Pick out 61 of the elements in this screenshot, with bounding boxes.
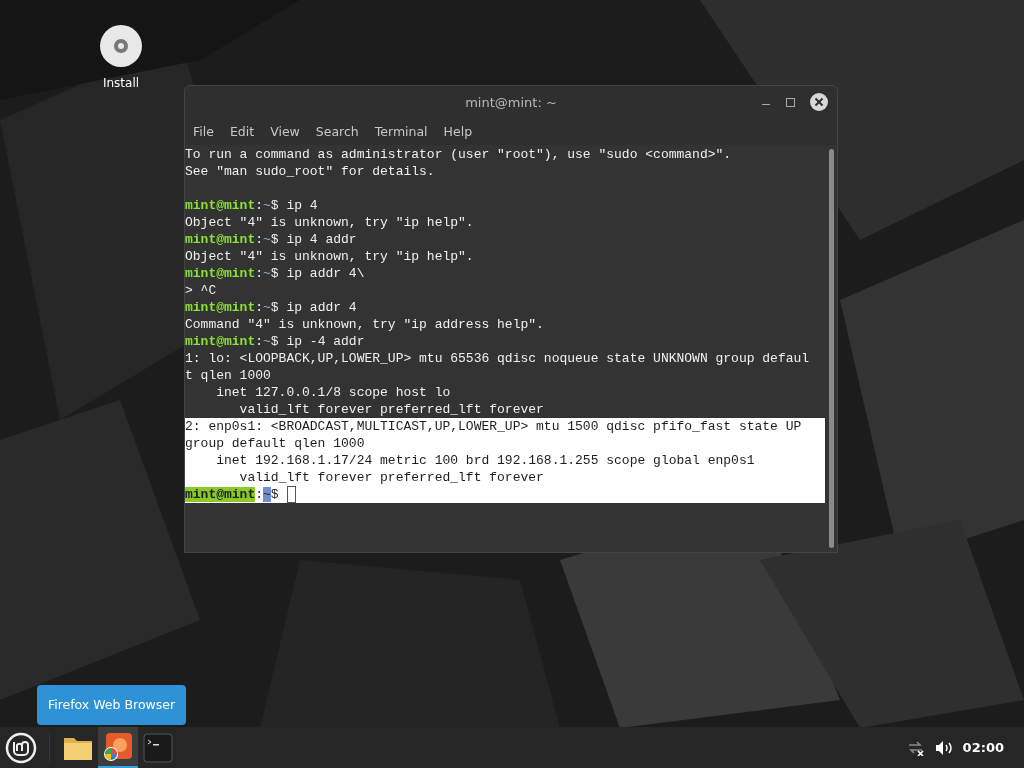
menu-item[interactable]: Terminal [374,122,428,142]
scrollbar[interactable] [828,149,834,548]
tooltip-text: Firefox Web Browser [47,695,176,714]
menu-item[interactable]: Help [443,122,473,142]
menu-item[interactable]: View [270,122,300,142]
prompt-user: mint@mint [185,198,256,213]
browser-icon [102,730,134,763]
output-text: To run a command as administrator (user "root"), use "sudo <command>". [185,147,732,162]
prompt-path: ~ [263,198,271,213]
prompt-path: ~ [263,300,271,315]
minimize-icon[interactable] [762,103,770,105]
terminal-icon [143,732,173,763]
close-icon[interactable] [809,92,829,112]
command-text: ip addr 4 [285,300,357,315]
taskbar-app[interactable] [98,727,138,768]
output-text: valid_lft forever preferred_lft forever [238,402,544,417]
desktop-icon-label[interactable]: Install [102,74,140,92]
output-text: Command "4" is unknown, try "ip address help". [185,317,544,332]
output-text: > ^C [185,283,217,298]
prompt-symbol: $ [270,266,279,281]
prompt-path: ~ [263,266,271,281]
command-text: ip -4 addr [285,334,365,349]
prompt-symbol: $ [270,487,279,502]
prompt-separator: : [255,198,264,213]
output-text: group default qlen 1000 [185,436,365,451]
network-disconnected-icon[interactable] [906,739,925,756]
mint-logo-icon[interactable] [5,731,37,764]
volume-icon[interactable] [934,739,953,756]
prompt-symbol: $ [270,198,279,213]
prompt-separator: : [255,266,264,281]
prompt-user: mint@mint [185,300,256,315]
prompt-user: mint@mint [185,266,256,281]
prompt-symbol: $ [270,300,279,315]
prompt-user: mint@mint [185,334,256,349]
prompt-separator: : [255,232,264,247]
command-text: ip 4 [285,198,318,213]
command-text: ip 4 addr [285,232,357,247]
prompt-path: ~ [263,487,271,502]
menu-item[interactable]: Edit [229,122,255,142]
prompt-separator: : [255,300,264,315]
prompt-user: mint@mint [185,232,256,247]
output-text: See "man sudo_root" for details. [185,164,435,179]
prompt-separator: : [255,334,264,349]
prompt-path: ~ [263,334,271,349]
menu-item[interactable]: File [193,122,214,142]
output-text: 2: enp0s1: <BROADCAST,MULTICAST,UP,LOWER_UP> mtu 1500 qdisc pfifo_fast state UP [185,419,802,434]
window-title: mint@mint: ~ [465,93,557,112]
output-text: Object "4" is unknown, try "ip help". [185,249,474,264]
clock[interactable]: 02:00 [962,737,1004,758]
disc-icon[interactable] [99,24,143,68]
prompt-symbol: $ [270,232,279,247]
output-text: Object "4" is unknown, try "ip help". [185,215,474,230]
prompt-symbol: $ [270,334,279,349]
menu-item[interactable]: Search [315,122,359,142]
output-text: inet 127.0.0.1/8 scope host lo [215,385,451,400]
output-text: t qlen 1000 [185,368,271,383]
prompt-path: ~ [263,232,271,247]
output-text: 1: lo: <LOOPBACK,UP,LOWER_UP> mtu 65536 qdisc noqueue state UNKNOWN group defaul [185,351,810,366]
command-text: ip addr 4\ [285,266,365,281]
maximize-icon[interactable] [786,97,795,107]
prompt-user: mint@mint [185,487,256,502]
